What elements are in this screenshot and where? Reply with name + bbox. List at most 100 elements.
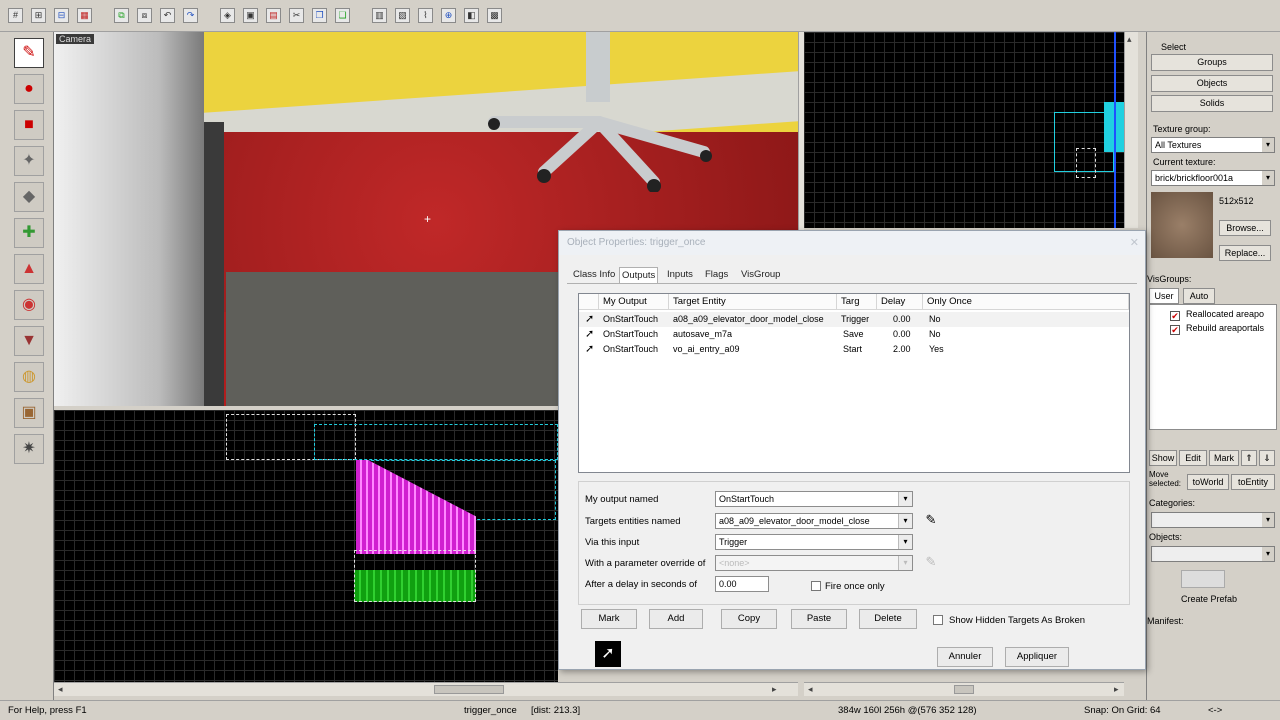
column-header-delay[interactable]: Delay — [877, 294, 923, 310]
camera-icon[interactable]: ▣ — [243, 8, 258, 23]
clip-tool[interactable]: ◍ — [14, 362, 44, 392]
categories-select[interactable] — [1151, 512, 1275, 528]
select-label: Select — [1161, 42, 1187, 52]
magnify-tool[interactable]: ● — [14, 74, 44, 104]
viewport-label[interactable]: Camera — [56, 34, 95, 44]
side-view-2d[interactable] — [54, 410, 558, 682]
group-icon[interactable]: ⧉ — [114, 8, 129, 23]
copy-icon[interactable]: ❐ — [312, 8, 327, 23]
decal-tool[interactable]: ◉ — [14, 290, 44, 320]
tab-inputs[interactable]: Inputs — [665, 267, 695, 283]
solids-button[interactable]: Solids — [1151, 95, 1273, 112]
browse-button[interactable]: Browse... — [1219, 220, 1271, 236]
undo-icon[interactable]: ↶ — [160, 8, 175, 23]
create-prefab-button[interactable]: Create Prefab — [1151, 592, 1267, 608]
column-header-target-input[interactable]: Targ — [837, 294, 877, 310]
paste-icon[interactable]: ❑ — [335, 8, 350, 23]
grid-smaller-icon[interactable]: ⊞ — [31, 8, 46, 23]
tab-flags[interactable]: Flags — [703, 267, 730, 283]
show-hidden-checkbox[interactable] — [933, 615, 943, 625]
edit-button[interactable]: Edit — [1179, 450, 1207, 466]
entity-icon[interactable]: ◧ — [464, 8, 479, 23]
mark-button[interactable]: Mark — [1209, 450, 1239, 466]
white-pillar — [54, 32, 204, 406]
dialog-title[interactable]: Object Properties: trigger_once — [559, 231, 1145, 255]
move-selected-label: Move selected: — [1149, 470, 1182, 488]
texture-group-select[interactable]: All Textures — [1151, 137, 1275, 153]
tab-class-info[interactable]: Class Info — [571, 267, 617, 283]
column-header-only-once[interactable]: Only Once — [923, 294, 1129, 310]
apply-button[interactable]: Appliquer — [1005, 647, 1069, 667]
copy-output-button[interactable]: Copy — [721, 609, 777, 629]
redo-icon[interactable]: ↷ — [183, 8, 198, 23]
map-icon[interactable]: ▩ — [487, 8, 502, 23]
overlay-tool[interactable]: ▼ — [14, 326, 44, 356]
top-view-2d[interactable] — [804, 32, 1124, 228]
replace-button[interactable]: Replace... — [1219, 245, 1271, 261]
visgroup-tab-auto[interactable]: Auto — [1183, 288, 1215, 304]
cancel-button[interactable]: Annuler — [937, 647, 993, 667]
mark-output-button[interactable]: Mark — [581, 609, 637, 629]
objects-select[interactable] — [1151, 546, 1275, 562]
paste-output-button[interactable]: Paste — [791, 609, 847, 629]
visgroup-list[interactable]: ✔ Reallocated areapo ✔ Rebuild areaporta… — [1149, 304, 1277, 430]
bottom-left-hscroll[interactable]: ◂ ▸ — [54, 682, 798, 696]
show-button[interactable]: Show — [1149, 450, 1177, 466]
grid-toggle-icon[interactable]: ▦ — [77, 8, 92, 23]
entity-tool[interactable]: ✦ — [14, 146, 44, 176]
tab-outputs[interactable]: Outputs — [619, 267, 659, 283]
texture-lock-icon[interactable]: ▤ — [266, 8, 281, 23]
objects-label: Objects: — [1149, 532, 1183, 542]
block-tool[interactable]: ◆ — [14, 182, 44, 212]
visgroup-checkbox-2[interactable]: ✔ — [1170, 325, 1180, 335]
hollow-icon[interactable]: ▧ — [395, 8, 410, 23]
visgroup-checkbox-1[interactable]: ✔ — [1170, 311, 1180, 321]
tab-divider — [567, 283, 1137, 284]
parameter-override-combo[interactable]: <none> ▾ — [715, 555, 913, 571]
bottom-right-hscroll[interactable]: ◂ ▸ — [804, 682, 1124, 696]
delete-output-button[interactable]: Delete — [859, 609, 917, 629]
vertex-icon[interactable]: ⊕ — [441, 8, 456, 23]
close-icon[interactable]: ✕ — [1130, 236, 1139, 249]
apply-texture-tool[interactable]: ▲ — [14, 254, 44, 284]
cut-icon[interactable]: ✂ — [289, 8, 304, 23]
pointer-tool[interactable]: ✎ — [14, 38, 44, 68]
add-output-button[interactable]: Add — [649, 609, 703, 629]
categories-label: Categories: — [1149, 498, 1196, 508]
fire-once-checkbox[interactable] — [811, 581, 821, 591]
compile-icon[interactable]: ◈ — [220, 8, 235, 23]
visgroup-tab-user[interactable]: User — [1149, 288, 1179, 304]
move-down-button[interactable]: ⇓ — [1259, 450, 1275, 466]
to-entity-button[interactable]: toEntity — [1231, 474, 1275, 490]
clip-icon[interactable]: ⌇ — [418, 8, 433, 23]
table-row[interactable]: ➚ OnStartTouch vo_ai_entry_a09 Start 2.0… — [579, 342, 1129, 357]
delay-input[interactable]: 0.00 — [715, 576, 769, 592]
texture-tool[interactable]: ✚ — [14, 218, 44, 248]
row-output: OnStartTouch — [603, 314, 659, 324]
column-header-my-output[interactable]: My Output — [599, 294, 669, 310]
current-texture-select[interactable]: brick/brickfloor001a — [1151, 170, 1275, 186]
to-world-button[interactable]: toWorld — [1187, 474, 1229, 490]
grid-icon[interactable]: # — [8, 8, 23, 23]
ungroup-icon[interactable]: ⧈ — [137, 8, 152, 23]
path-tool[interactable]: ✷ — [14, 434, 44, 464]
column-header-target-entity[interactable]: Target Entity — [669, 294, 837, 310]
vertex-tool[interactable]: ▣ — [14, 398, 44, 428]
camera-tool[interactable]: ■ — [14, 110, 44, 140]
grid-larger-icon[interactable]: ⊟ — [54, 8, 69, 23]
via-input-combo[interactable]: Trigger ▾ — [715, 534, 913, 550]
output-name-combo[interactable]: OnStartTouch ▾ — [715, 491, 913, 507]
eyedropper-icon[interactable]: ✎ — [921, 510, 941, 530]
brush-outline-b — [314, 424, 558, 460]
outputs-list[interactable]: My Output Target Entity Targ Delay Only … — [578, 293, 1130, 473]
move-up-button[interactable]: ⇑ — [1241, 450, 1257, 466]
objects-button[interactable]: Objects — [1151, 75, 1273, 92]
target-entity-combo[interactable]: a08_a09_elevator_door_model_close ▾ — [715, 513, 913, 529]
groups-button[interactable]: Groups — [1151, 54, 1273, 71]
table-row[interactable]: ➚ OnStartTouch a08_a09_elevator_door_mod… — [579, 312, 1129, 327]
carve-icon[interactable]: ▥ — [372, 8, 387, 23]
tab-visgroup[interactable]: VisGroup — [739, 267, 782, 283]
row-output: OnStartTouch — [603, 329, 659, 339]
table-row[interactable]: ➚ OnStartTouch autosave_m7a Save 0.00 No — [579, 327, 1129, 342]
top-right-vscroll[interactable]: ▴ — [1124, 32, 1138, 228]
